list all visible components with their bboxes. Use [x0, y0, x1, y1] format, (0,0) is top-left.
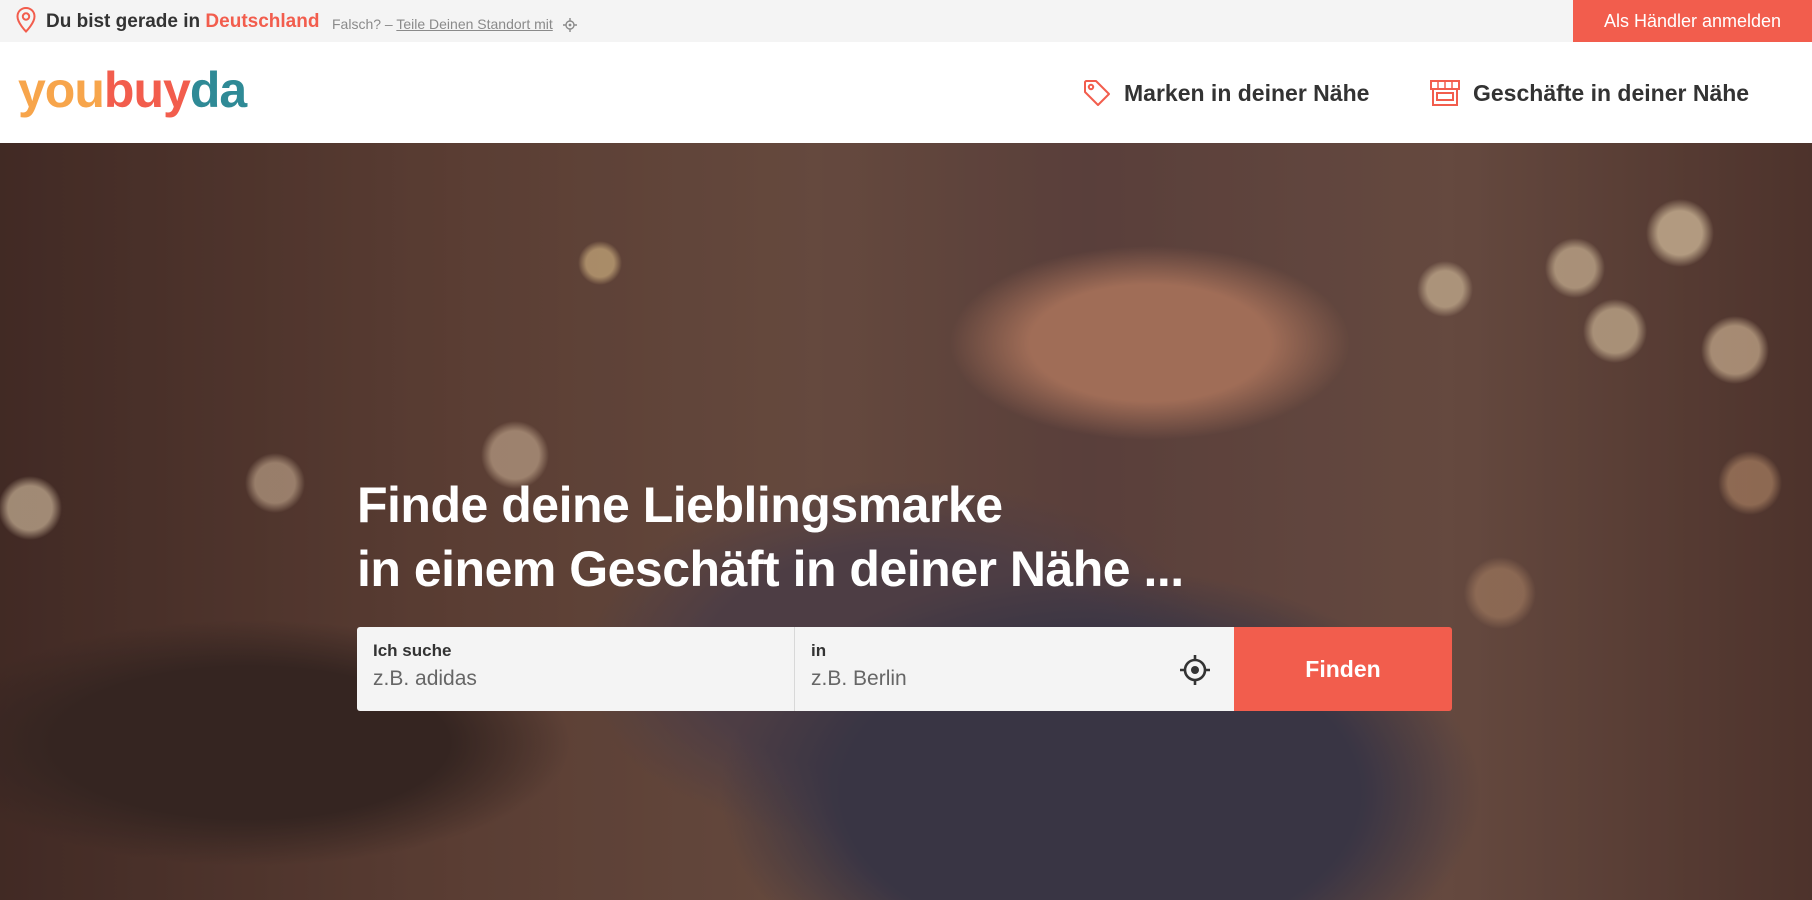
site-logo[interactable]: youbuyda — [18, 62, 247, 118]
search-what-input[interactable] — [373, 667, 753, 691]
search-what-field[interactable]: Ich suche — [357, 627, 795, 711]
search-form: Ich suche in Finden — [357, 627, 1452, 711]
hero-title: Finde deine Lieblingsmarke in einem Gesc… — [357, 473, 1184, 601]
hero-banner: Finde deine Lieblingsmarke in einem Gesc… — [0, 143, 1812, 900]
logo-part-buy: buy — [103, 62, 191, 118]
logo-part-da: da — [189, 62, 247, 118]
nav-shops-nearby[interactable]: Geschäfte in deiner Nähe — [1429, 76, 1749, 110]
location-bar: Du bist gerade in Deutschland Falsch? – … — [0, 0, 1812, 42]
nav-shops-label: Geschäfte in deiner Nähe — [1473, 79, 1750, 106]
nav-brands-nearby[interactable]: Marken in deiner Nähe — [1082, 76, 1369, 110]
store-icon — [1430, 80, 1460, 106]
search-where-input[interactable] — [811, 667, 1191, 691]
share-location-link[interactable]: Teile Deinen Standort mit — [396, 16, 552, 32]
wrong-prefix: Falsch? – — [332, 16, 393, 32]
wrong-location-hint: Falsch? – Teile Deinen Standort mit — [332, 16, 577, 33]
location-pin-icon — [16, 7, 36, 33]
hero-title-line1: Finde deine Lieblingsmarke — [357, 477, 1003, 533]
logo-part-you: you — [18, 62, 105, 118]
search-where-field[interactable]: in — [795, 627, 1234, 711]
nav-brands-label: Marken in deiner Nähe — [1124, 79, 1370, 106]
crosshair-small-icon[interactable] — [562, 18, 577, 33]
location-prefix: Du bist gerade in — [46, 11, 201, 32]
merchant-login-button[interactable]: Als Händler anmelden — [1573, 0, 1812, 42]
search-where-label: in — [811, 641, 827, 660]
crosshair-icon[interactable] — [1178, 653, 1212, 687]
tag-icon — [1084, 80, 1110, 106]
location-country: Deutschland — [205, 11, 320, 32]
current-location-text: Du bist gerade in Deutschland — [46, 11, 319, 33]
hero-title-line2: in einem Geschäft in deiner Nähe ... — [357, 541, 1184, 597]
find-button[interactable]: Finden — [1234, 627, 1452, 711]
search-what-label: Ich suche — [373, 641, 452, 660]
site-header: youbuyda Marken in deiner Nähe Geschäfte… — [0, 42, 1812, 143]
